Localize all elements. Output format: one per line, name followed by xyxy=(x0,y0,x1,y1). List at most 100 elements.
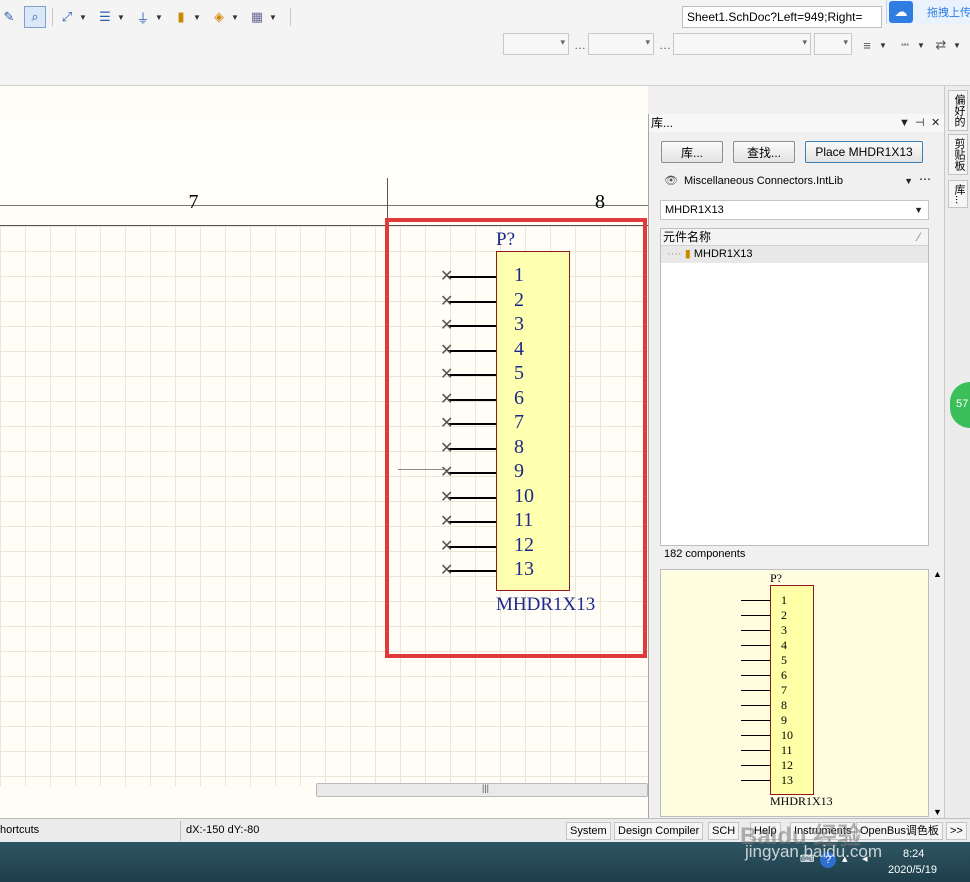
list-item[interactable]: ···· ▮ MHDR1X13 xyxy=(661,246,928,263)
sort-icon: ⁄ xyxy=(917,230,920,244)
preview-pin-number: 4 xyxy=(781,638,787,652)
cloud-icon: ☁ xyxy=(889,1,913,23)
style-combo[interactable] xyxy=(673,33,811,55)
preview-pin-line xyxy=(741,735,770,736)
library-more-button[interactable]: ⋯ xyxy=(919,172,931,186)
design-compiler-button[interactable]: Design Compiler xyxy=(614,822,704,840)
close-icon[interactable]: ✕ xyxy=(931,114,940,132)
dash-style-button[interactable]: ┅ ▼ xyxy=(896,34,925,56)
preview-pin-line xyxy=(741,720,770,721)
preview-pin-number: 7 xyxy=(781,683,787,697)
pin-number: 13 xyxy=(514,558,534,580)
filter-input[interactable]: MHDR1X13 ▼ xyxy=(660,200,929,220)
system-button[interactable]: System xyxy=(566,822,611,840)
place-component-button[interactable]: Place MHDR1X13 xyxy=(805,141,923,163)
sch-button[interactable]: SCH xyxy=(708,822,740,840)
document-combo[interactable]: Sheet1.SchDoc?Left=949;Right= xyxy=(682,6,882,28)
pin-line[interactable] xyxy=(448,570,496,572)
panel-menu-icon[interactable]: ▼ xyxy=(899,114,910,132)
pin-line[interactable] xyxy=(448,521,496,523)
no-connect-icon: ✕ xyxy=(440,415,454,432)
pin-line[interactable] xyxy=(448,374,496,376)
panel-title: 库... xyxy=(651,116,674,130)
right-dock: 偏好的 剪贴板 库... xyxy=(944,86,970,818)
preview-pin-number: 2 xyxy=(781,608,787,622)
pin-number: 7 xyxy=(514,411,524,433)
more-button[interactable]: >> xyxy=(946,822,967,840)
search-button[interactable]: 查找... xyxy=(733,141,795,163)
list-header[interactable]: 元件名称 ⁄ xyxy=(661,229,928,246)
wire-segment[interactable] xyxy=(398,469,448,470)
component-preview: P? 1 2 3 4 5 6 7 8 9 10 11 12 13 MHDR1X13 xyxy=(660,569,929,817)
size-combo[interactable] xyxy=(588,33,654,55)
arrow-style-button[interactable]: ⇄ ▼ xyxy=(932,34,961,56)
pin-line[interactable] xyxy=(448,496,496,499)
preview-pin-number: 3 xyxy=(781,623,787,637)
clock-date[interactable]: 2020/5/19 xyxy=(888,864,937,876)
pin-line[interactable] xyxy=(448,398,496,401)
chevron-down-icon: ▼ xyxy=(79,12,87,22)
component-icon: ▮ xyxy=(684,248,691,260)
pin-number: 10 xyxy=(514,484,534,507)
library-button[interactable]: 库... xyxy=(661,141,723,163)
toolbar-divider xyxy=(290,8,291,26)
preview-pin-number: 13 xyxy=(781,773,793,787)
chevron-down-icon: ▼ xyxy=(879,40,887,50)
chevron-down-icon: ▼ xyxy=(269,12,277,22)
no-connect-icon: ✕ xyxy=(440,537,454,555)
chevron-down-icon: ▼ xyxy=(917,40,925,50)
component-designator[interactable]: P? xyxy=(496,229,515,251)
tree-line-icon: ···· xyxy=(667,248,682,260)
horizontal-scrollbar[interactable]: ||| xyxy=(316,783,648,797)
dock-tab-library[interactable]: 库... xyxy=(948,180,968,209)
openbus-palette-button[interactable]: OpenBus调色板 xyxy=(856,822,943,840)
preview-pin-line xyxy=(741,750,770,751)
chevron-down-icon: ▼ xyxy=(914,205,923,215)
pin-line[interactable] xyxy=(448,276,496,278)
chevron-down-icon: ▼ xyxy=(117,12,125,22)
part-tool-button[interactable]: ▮ ▼ xyxy=(172,6,201,28)
schematic-canvas[interactable]: 7 8 P? ✕ 1 ✕ 2 ✕ 3 ✕ 4 ✕ 5 ✕ 6 ✕ 7 ✕ 8 ✕ 9 ✕ 10 ✕ 11 ✕ 12 ✕ 13 MH… xyxy=(0,86,648,818)
clock-time[interactable]: 8:24 xyxy=(903,848,924,860)
library-select[interactable]: 👁 Miscellaneous Connectors.IntLib ▼ xyxy=(660,172,918,192)
font-combo[interactable] xyxy=(503,33,569,55)
line-style-icon: ≡ xyxy=(863,37,871,53)
pin-icon[interactable]: ⊣ xyxy=(915,114,925,132)
pin-line[interactable] xyxy=(448,349,496,352)
dock-tab-clipboard[interactable]: 剪贴板 xyxy=(948,134,968,175)
pin-line[interactable] xyxy=(448,472,496,474)
width-combo[interactable] xyxy=(814,33,852,55)
preview-pin-line xyxy=(741,645,770,646)
pin-line[interactable] xyxy=(448,423,496,425)
baidu-upload-widget[interactable]: ☁ 拖拽上传 xyxy=(886,0,970,24)
dock-tab-favorites[interactable]: 偏好的 xyxy=(948,90,968,131)
pin-line[interactable] xyxy=(448,447,496,450)
chevron-up-icon[interactable]: ▲ xyxy=(933,569,942,579)
watermark-url: jingyan.baidu.com xyxy=(745,842,883,861)
preview-pin-number: 6 xyxy=(781,668,787,682)
no-connect-icon: ✕ xyxy=(440,488,454,506)
component-comment[interactable]: MHDR1X13 xyxy=(496,594,595,616)
no-connect-icon: ✕ xyxy=(440,562,454,579)
ground-tool-button[interactable]: ⏚ ▼ xyxy=(134,6,162,28)
ellipsis-icon: … xyxy=(574,38,586,52)
zoom-select-button[interactable]: ⌕ xyxy=(24,6,46,28)
pin-line[interactable] xyxy=(448,300,496,303)
pin-line[interactable] xyxy=(448,545,496,548)
wire-tool-button[interactable]: ⤢ ▼ xyxy=(58,6,87,28)
preview-pin-line xyxy=(741,765,770,766)
component-count: 182 components xyxy=(664,548,746,560)
swap-arrows-icon: ⇄ xyxy=(935,37,947,52)
pin-line[interactable] xyxy=(448,325,496,327)
grid-tool-button[interactable]: ▦ ▼ xyxy=(248,6,277,28)
chevron-down-icon[interactable]: ▼ xyxy=(933,807,942,817)
no-connect-icon: ✕ xyxy=(440,268,454,285)
preview-pin-number: 9 xyxy=(781,713,787,727)
chevron-down-icon: ▼ xyxy=(231,12,239,22)
preview-scrollbar[interactable]: ▲ ▼ xyxy=(930,569,944,817)
pencil-tool-button[interactable]: ✎ xyxy=(0,6,18,28)
align-tool-button[interactable]: ☰ ▼ xyxy=(96,6,125,28)
baidu-upload-label: 拖拽上传 xyxy=(927,7,970,19)
shape-tool-button[interactable]: ◈ ▼ xyxy=(210,6,239,28)
line-style-button[interactable]: ≡ ▼ xyxy=(858,34,887,56)
